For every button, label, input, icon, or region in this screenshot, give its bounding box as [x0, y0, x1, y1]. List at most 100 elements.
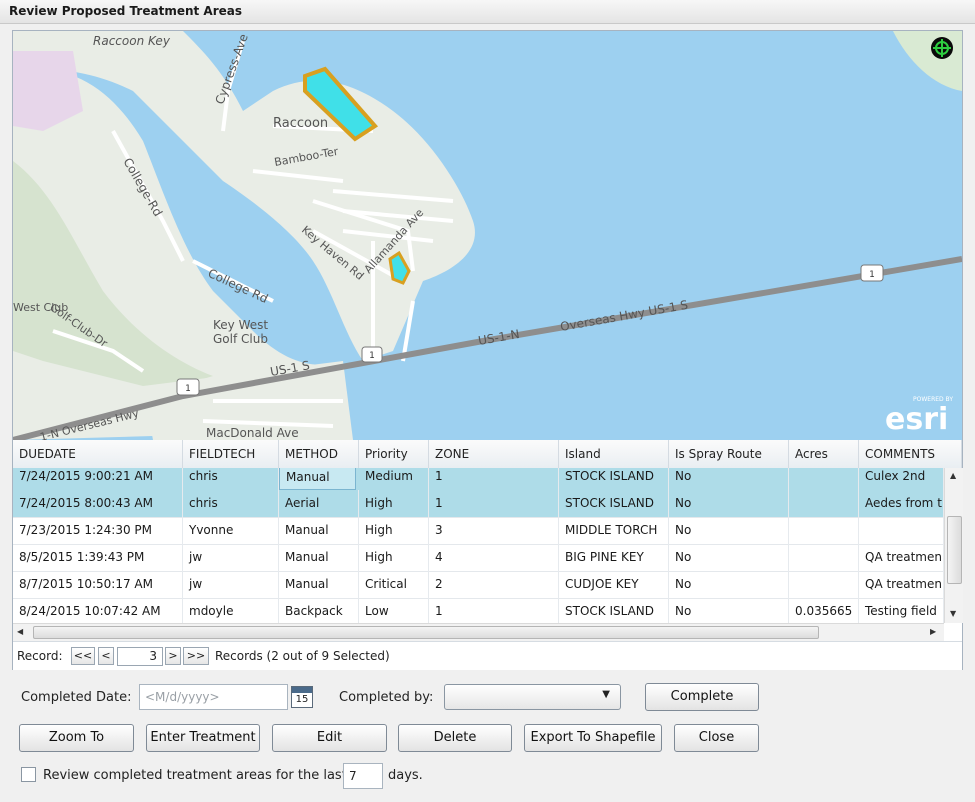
enter-treatment-button[interactable]: Enter Treatment [146, 724, 260, 752]
table-row[interactable]: 7/23/2015 1:24:30 PM Yvonne Manual High … [13, 517, 944, 545]
col-zone[interactable]: ZONE [429, 440, 559, 468]
col-island[interactable]: Island [559, 440, 669, 468]
col-acres[interactable]: Acres [789, 440, 859, 468]
cell-duedate[interactable]: 7/23/2015 1:24:30 PM [13, 517, 183, 544]
cell-comments[interactable]: QA treatmen [859, 571, 944, 598]
cell-island[interactable]: STOCK ISLAND [559, 468, 669, 490]
cell-comments[interactable]: Aedes from t [859, 490, 944, 517]
record-number-input[interactable]: 3 [117, 647, 163, 666]
cell-zone[interactable]: 1 [429, 598, 559, 623]
cell-acres[interactable] [789, 468, 859, 490]
cell-acres[interactable]: 0.035665 [789, 598, 859, 623]
treatment-grid[interactable]: DUEDATE FIELDTECH METHOD Priority ZONE I… [13, 440, 963, 641]
cell-island[interactable]: STOCK ISLAND [559, 490, 669, 517]
table-row[interactable]: 8/7/2015 10:50:17 AM jw Manual Critical … [13, 571, 944, 599]
cell-island[interactable]: STOCK ISLAND [559, 598, 669, 623]
cell-spray-route[interactable]: No [669, 571, 789, 598]
cell-priority[interactable]: Critical [359, 571, 429, 598]
chevron-down-icon[interactable]: ▼ [602, 689, 610, 700]
cell-method[interactable]: Backpack [279, 598, 359, 623]
cell-method[interactable]: Manual [279, 468, 356, 490]
cell-island[interactable]: MIDDLE TORCH [559, 517, 669, 544]
delete-button[interactable]: Delete [398, 724, 512, 752]
cell-zone[interactable]: 3 [429, 517, 559, 544]
scroll-right-icon[interactable]: ▶ [930, 627, 936, 636]
cell-priority[interactable]: High [359, 544, 429, 571]
next-record-button[interactable]: > [165, 647, 181, 665]
cell-spray-route[interactable]: No [669, 468, 789, 490]
cell-method[interactable]: Manual [279, 571, 359, 598]
cell-zone[interactable]: 4 [429, 544, 559, 571]
col-priority[interactable]: Priority [359, 440, 429, 468]
gps-locate-icon[interactable] [931, 37, 953, 59]
col-fieldtech[interactable]: FIELDTECH [183, 440, 279, 468]
cell-fieldtech[interactable]: Yvonne [183, 517, 279, 544]
scroll-left-icon[interactable]: ◀ [17, 627, 23, 636]
cell-acres[interactable] [789, 490, 859, 517]
cell-comments[interactable]: QA treatmen [859, 544, 944, 571]
table-row[interactable]: 8/24/2015 10:07:42 AM mdoyle Backpack Lo… [13, 598, 944, 623]
cell-island[interactable]: CUDJOE KEY [559, 571, 669, 598]
last-record-button[interactable]: >> [183, 647, 209, 665]
cell-acres[interactable] [789, 571, 859, 598]
cell-comments[interactable] [859, 517, 944, 544]
export-shapefile-button[interactable]: Export To Shapefile [524, 724, 662, 752]
prev-record-button[interactable]: < [98, 647, 114, 665]
scroll-down-icon[interactable]: ▼ [950, 609, 956, 618]
cell-zone[interactable]: 2 [429, 571, 559, 598]
cell-spray-route[interactable]: No [669, 490, 789, 517]
cell-fieldtech[interactable]: mdoyle [183, 598, 279, 623]
cell-spray-route[interactable]: No [669, 544, 789, 571]
cell-zone[interactable]: 1 [429, 468, 559, 490]
cell-acres[interactable] [789, 544, 859, 571]
cell-duedate[interactable]: 7/24/2015 8:00:43 AM [13, 490, 183, 517]
grid-horizontal-scrollbar[interactable]: ◀ ▶ [13, 623, 944, 641]
review-completed-checkbox[interactable] [21, 767, 36, 782]
close-button[interactable]: Close [674, 724, 759, 752]
cell-duedate[interactable]: 7/24/2015 9:00:21 AM [13, 468, 183, 490]
cell-fieldtech[interactable]: chris [183, 490, 279, 517]
grid-vertical-scrollbar[interactable]: ▲ ▼ [944, 468, 963, 623]
complete-button[interactable]: Complete [645, 683, 759, 711]
cell-fieldtech[interactable]: jw [183, 544, 279, 571]
cell-comments[interactable]: Culex 2nd [859, 468, 944, 490]
cell-priority[interactable]: Medium [359, 468, 429, 490]
cell-spray-route[interactable]: No [669, 598, 789, 623]
zoom-to-button[interactable]: Zoom To [19, 724, 134, 752]
cell-fieldtech[interactable]: chris [183, 468, 279, 490]
table-row[interactable]: 7/24/2015 9:00:21 AM chris Manual Medium… [13, 468, 944, 491]
cell-spray-route[interactable]: No [669, 517, 789, 544]
cell-method[interactable]: Aerial [279, 490, 359, 517]
col-comments[interactable]: COMMENTS [859, 440, 962, 468]
window-titlebar: Review Proposed Treatment Areas [0, 0, 975, 24]
cell-priority[interactable]: High [359, 517, 429, 544]
map-view[interactable]: Raccoon Key Cypress-Ave Raccoon Bamboo-T… [13, 31, 962, 440]
edit-button[interactable]: Edit [272, 724, 387, 752]
table-row[interactable]: 8/5/2015 1:39:43 PM jw Manual High 4 BIG… [13, 544, 944, 572]
col-spray-route[interactable]: Is Spray Route [669, 440, 789, 468]
horizontal-scroll-thumb[interactable] [33, 626, 819, 639]
cell-acres[interactable] [789, 517, 859, 544]
vertical-scroll-thumb[interactable] [947, 516, 962, 584]
calendar-icon[interactable]: 15 [291, 686, 313, 708]
cell-zone[interactable]: 1 [429, 490, 559, 517]
cell-duedate[interactable]: 8/7/2015 10:50:17 AM [13, 571, 183, 598]
col-method[interactable]: METHOD [279, 440, 359, 468]
completed-date-input[interactable]: <M/d/yyyy> [139, 684, 288, 710]
cell-priority[interactable]: Low [359, 598, 429, 623]
cell-fieldtech[interactable]: jw [183, 571, 279, 598]
map-canvas[interactable]: Raccoon Key Cypress-Ave Raccoon Bamboo-T… [13, 31, 962, 440]
table-row[interactable]: 7/24/2015 8:00:43 AM chris Aerial High 1… [13, 490, 944, 518]
review-days-input[interactable]: 7 [343, 763, 383, 789]
cell-comments[interactable]: Testing field [859, 598, 944, 623]
cell-priority[interactable]: High [359, 490, 429, 517]
scroll-up-icon[interactable]: ▲ [950, 471, 956, 480]
first-record-button[interactable]: << [71, 647, 95, 665]
completed-by-select[interactable]: ▼ [444, 684, 621, 710]
cell-method[interactable]: Manual [279, 517, 359, 544]
cell-duedate[interactable]: 8/24/2015 10:07:42 AM [13, 598, 183, 623]
col-duedate[interactable]: DUEDATE [13, 440, 183, 468]
cell-duedate[interactable]: 8/5/2015 1:39:43 PM [13, 544, 183, 571]
cell-island[interactable]: BIG PINE KEY [559, 544, 669, 571]
cell-method[interactable]: Manual [279, 544, 359, 571]
